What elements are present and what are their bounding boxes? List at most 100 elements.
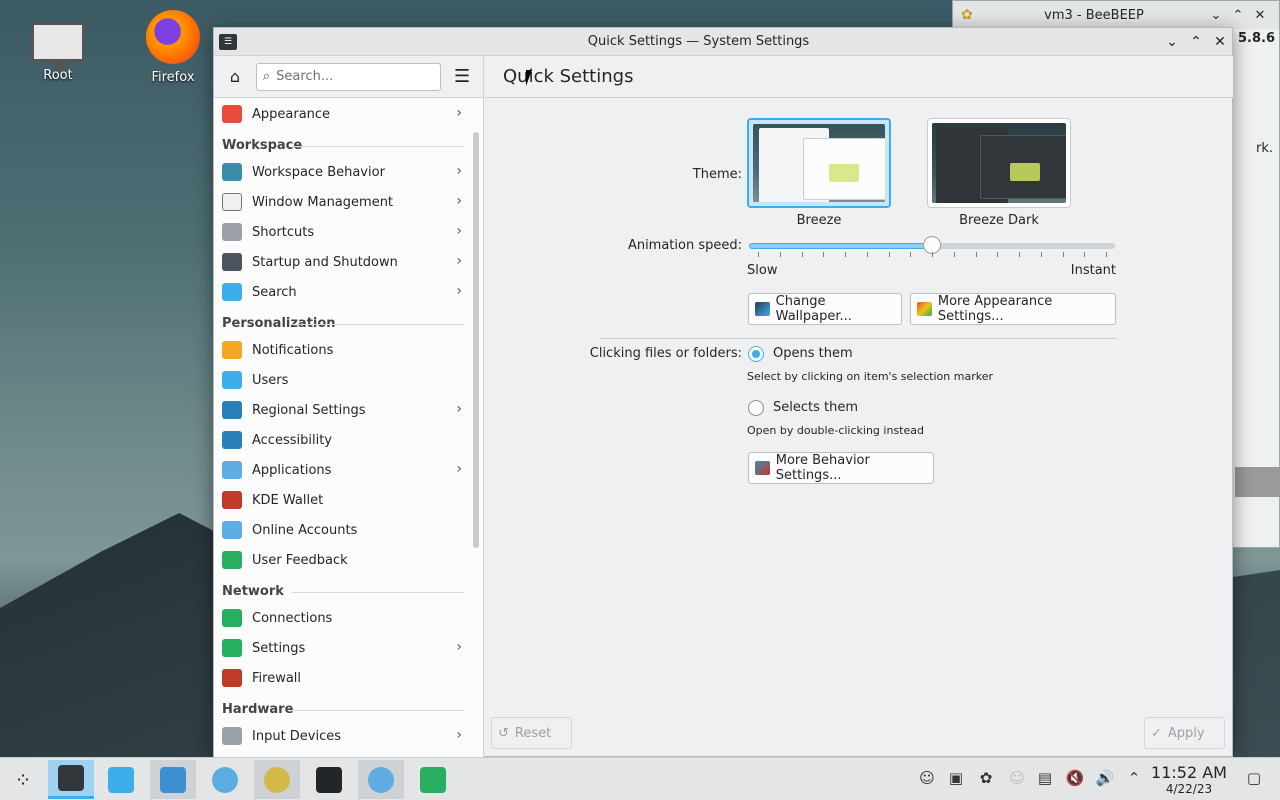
chevron-right-icon: › — [456, 401, 462, 417]
taskbar-beebeep[interactable] — [254, 760, 300, 799]
taskbar-network[interactable] — [202, 760, 248, 799]
chevron-down-icon[interactable]: ⌄ — [1205, 8, 1227, 23]
user-icon[interactable]: ☺ — [916, 766, 938, 790]
beebeep-text: rk. — [1255, 141, 1273, 156]
slider-tick — [1106, 252, 1107, 257]
desktop-icon-root[interactable]: Root — [13, 12, 103, 83]
change-wallpaper-label: Change Wallpaper... — [775, 294, 852, 324]
reset-button[interactable]: ↺ Reset — [491, 717, 572, 749]
sidebar-item[interactable]: Users — [214, 365, 472, 395]
sidebar-scrollbar[interactable] — [473, 132, 479, 548]
taskbar: ⁘ ☺ ▣ ✿ ☺ ▤ 🔇 🔊 ⌃ 11:52 AM 4/22/23 ▢ — [0, 757, 1280, 800]
folder-icon — [160, 766, 186, 793]
minimize-button[interactable]: ⌄ — [1160, 34, 1184, 50]
sidebar-item[interactable]: Shortcuts › — [214, 217, 472, 247]
chevron-up-icon[interactable]: ⌃ — [1227, 8, 1249, 23]
animation-speed-slider[interactable] — [749, 236, 1115, 254]
chevron-up-icon[interactable]: ⌃ — [1123, 766, 1145, 790]
sidebar-item[interactable]: Firewall — [214, 663, 472, 693]
bee-icon — [264, 766, 290, 793]
slider-tick — [910, 252, 912, 257]
sidebar-item[interactable]: Appearance › — [214, 99, 472, 129]
reset-label: Reset — [514, 725, 552, 741]
desktop-icon-firefox[interactable]: Firefox — [128, 10, 218, 85]
system-settings-window[interactable]: ☰ Quick Settings — System Settings ⌄ ⌃ ✕… — [213, 27, 1233, 758]
theme-breeze-dark-card[interactable] — [927, 118, 1071, 208]
slider-min-label: Slow — [747, 263, 778, 278]
sidebar-item[interactable]: Regional Settings › — [214, 395, 472, 425]
theme-breeze-card[interactable] — [747, 118, 891, 208]
taskbar-system-settings[interactable] — [48, 760, 94, 799]
bee-tray-icon[interactable]: ✿ — [975, 766, 997, 790]
close-icon[interactable]: ✕ — [1249, 8, 1271, 23]
sidebar-item[interactable]: Window Management › — [214, 187, 472, 217]
page-title: Quick Settings — [485, 56, 1233, 98]
sidebar-item[interactable]: Workspace Behavior › — [214, 157, 472, 187]
apply-label: Apply — [1167, 725, 1205, 741]
home-button[interactable]: ⌂ — [220, 63, 250, 91]
selects-them-radio[interactable] — [748, 400, 764, 416]
search-box[interactable]: ⌕ — [255, 62, 442, 91]
close-button[interactable]: ✕ — [1208, 34, 1232, 50]
theme-breeze-dark-preview — [932, 123, 1066, 203]
sidebar-item[interactable]: Input Devices › — [214, 721, 472, 751]
mute-icon[interactable]: 🔇 — [1064, 766, 1086, 790]
search-input[interactable] — [276, 69, 427, 84]
taskbar-file-manager[interactable] — [150, 760, 196, 799]
bee-icon: ✿ — [961, 7, 973, 23]
sidebar-item-label: Applications — [252, 462, 332, 478]
sidebar-item[interactable]: Accessibility — [214, 425, 472, 455]
network-tray-icon[interactable]: ▣ — [945, 766, 967, 790]
beebeep-titlebar[interactable]: ✿ vm3 - BeeBEEP ⌄ ⌃ ✕ — [953, 1, 1279, 29]
sidebar-item-icon — [222, 727, 242, 745]
opens-them-hint: Select by clicking on item's selection m… — [747, 370, 993, 383]
sidebar-item-icon — [222, 253, 242, 271]
taskbar-network-add[interactable] — [358, 760, 404, 799]
taskbar-terminal[interactable] — [306, 760, 352, 799]
sidebar-item-label: Input Devices — [252, 728, 342, 744]
sidebar-item[interactable]: Connections — [214, 603, 472, 633]
apply-button[interactable]: ✓ Apply — [1144, 717, 1225, 749]
sidebar-item[interactable]: Online Accounts — [214, 515, 472, 545]
sidebar-item-label: Connections — [252, 610, 333, 626]
window-titlebar[interactable]: ☰ Quick Settings — System Settings ⌄ ⌃ ✕ — [214, 28, 1232, 56]
application-launcher[interactable]: ⁘ — [0, 760, 46, 799]
volume-icon[interactable]: 🔊 — [1094, 766, 1116, 790]
change-wallpaper-button[interactable]: Change Wallpaper... — [748, 293, 902, 325]
sidebar-item-icon — [222, 163, 242, 181]
check-icon: ✓ — [1151, 725, 1162, 741]
sidebar-item-label: Accessibility — [252, 432, 332, 448]
selects-them-hint: Open by double-clicking instead — [747, 424, 924, 437]
slider-fill — [749, 243, 932, 249]
more-appearance-button[interactable]: More Appearance Settings... — [910, 293, 1116, 325]
more-behavior-button[interactable]: More Behavior Settings... — [748, 452, 934, 484]
sidebar-item[interactable]: Startup and Shutdown › — [214, 247, 472, 277]
kde-launcher-icon: ⁘ — [14, 767, 32, 792]
clock[interactable]: 11:52 AM 4/22/23 — [1150, 764, 1228, 797]
sidebar-item-label: Appearance — [252, 106, 331, 122]
sidebar-item-icon — [222, 609, 242, 627]
hamburger-menu-button[interactable]: ☰ — [447, 63, 477, 91]
opens-them-radio[interactable] — [748, 346, 764, 362]
slider-tick — [801, 252, 803, 257]
sidebar-item[interactable]: Search › — [214, 277, 472, 307]
sidebar-item[interactable]: KDE Wallet — [214, 485, 472, 515]
chevron-down-icon: ⌄ — [1166, 33, 1178, 50]
sidebar-item[interactable]: Applications › — [214, 455, 472, 485]
globe-add-icon — [368, 766, 394, 793]
beebeep-version: 5.8.6 — [1237, 31, 1275, 46]
user-status-icon[interactable]: ☺ — [1006, 766, 1028, 790]
chevron-right-icon: › — [456, 193, 462, 209]
taskbar-maps[interactable] — [410, 760, 456, 799]
taskbar-discover[interactable] — [98, 760, 144, 799]
show-desktop-icon[interactable]: ▢ — [1243, 766, 1265, 790]
chevron-right-icon: › — [456, 163, 462, 179]
sidebar-item[interactable]: Notifications — [214, 335, 472, 365]
sidebar-item[interactable]: Settings › — [214, 633, 472, 663]
clipboard-icon[interactable]: ▤ — [1034, 766, 1056, 790]
sidebar-item-label: Regional Settings — [252, 402, 366, 418]
maximize-button[interactable]: ⌃ — [1184, 34, 1208, 50]
sidebar-item-label: Shortcuts — [252, 224, 315, 240]
sidebar-item[interactable]: User Feedback — [214, 545, 472, 575]
sidebar-item-label: Window Management — [252, 194, 394, 210]
